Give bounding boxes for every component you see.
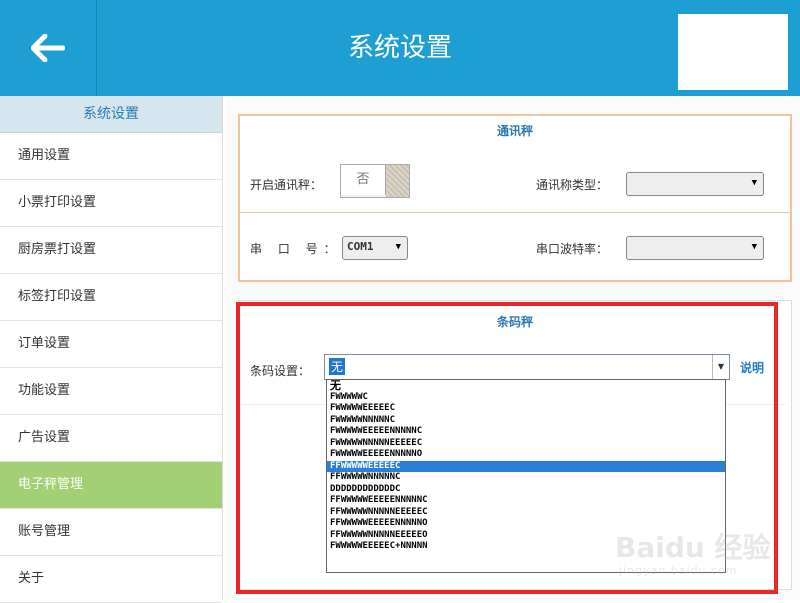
dropdown-option[interactable]: DDDDDDDDDDDDC [327,484,725,496]
sidebar: 系统设置 通用设置 小票打印设置 厨房票打设置 标签打印设置 订单设置 功能设置… [0,96,223,603]
dropdown-option[interactable]: FFWWWWWNNNNNC [327,472,725,484]
enable-comm-scale-label: 开启通讯秤： [250,178,323,192]
sidebar-item-order[interactable]: 订单设置 [0,321,222,368]
sidebar-item-account[interactable]: 账号管理 [0,509,222,556]
toggle-knob [386,165,409,197]
barcode-setting-label: 条码设置： [250,364,311,378]
enable-comm-scale-toggle[interactable]: 否 [340,164,410,198]
comm-scale-title: 通讯秤 [496,124,533,138]
sidebar-item-general[interactable]: 通用设置 [0,133,222,180]
serial-port-select[interactable]: COM1 ▼ [342,236,408,260]
comm-scale-panel: 通讯秤 开启通讯秤： 否 通讯称类型： ▼ 串 口 号： COM1 ▼ 串口波特… [238,114,792,282]
dropdown-option[interactable]: FWWWWWEEEEEC [327,403,725,415]
dropdown-option[interactable]: FFWWWWWNNNNNEEEEEC [327,507,725,519]
header-blank-box [678,14,788,90]
dropdown-option[interactable]: FWWWWWNNNNNEEEEEC [327,438,725,450]
sidebar-item-about[interactable]: 关于 [0,556,222,603]
dropdown-option[interactable]: FFWWWWWEEEEENNNNNC [327,495,725,507]
barcode-scale-title: 条码秤 [496,315,533,329]
sidebar-title: 系统设置 [0,96,222,133]
dropdown-option[interactable]: FFWWWWWEEEEENNNNNO [327,518,725,530]
serial-port-value: COM1 [347,240,374,253]
sidebar-item-kitchen-print[interactable]: 厨房票打设置 [0,227,222,274]
baud-rate-select[interactable]: ▼ [626,236,764,260]
dropdown-option[interactable]: FWWWWWEEEEEC+NNNNN [327,541,725,553]
chevron-down-icon: ▼ [395,242,401,252]
panel-divider [240,212,790,213]
dropdown-option[interactable]: 无 [327,380,725,392]
sidebar-item-ads[interactable]: 广告设置 [0,415,222,462]
sidebar-item-receipt-print[interactable]: 小票打印设置 [0,180,222,227]
scale-type-select[interactable]: ▼ [626,172,764,196]
sidebar-item-label-print[interactable]: 标签打印设置 [0,274,222,321]
dropdown-option[interactable]: FWWWWWEEEEENNNNNC [327,426,725,438]
dropdown-option[interactable]: FWWWWWC [327,392,725,404]
main-content: 通讯秤 开启通讯秤： 否 通讯称类型： ▼ 串 口 号： COM1 ▼ 串口波特… [226,96,800,600]
sidebar-item-function[interactable]: 功能设置 [0,368,222,415]
serial-port-label: 串 口 号： [250,242,342,256]
toggle-state-text: 否 [341,165,386,195]
chevron-down-icon: ▼ [751,178,757,188]
sidebar-item-scale-management[interactable]: 电子秤管理 [0,462,222,509]
barcode-setting-select[interactable]: 无 ▼ [324,354,730,380]
scale-type-label: 通讯称类型： [536,178,609,192]
baud-rate-label: 串口波特率： [536,242,609,256]
chevron-down-icon: ▼ [712,355,729,379]
dropdown-option[interactable]: FFWWWWWNNNNNEEEEEO [327,530,725,542]
app-header: 系统设置 [0,0,800,96]
help-link[interactable]: 说明 [740,359,764,376]
dropdown-option-selected[interactable]: FFWWWWWEEEEEC [327,460,725,472]
dropdown-option[interactable]: FWWWWWEEEEENNNNNO [327,449,725,461]
barcode-setting-value: 无 [329,358,346,375]
barcode-format-dropdown[interactable]: 无 FWWWWWC FWWWWWEEEEEC FWWWWWNNNNNC FWWW… [326,379,726,573]
chevron-down-icon: ▼ [751,242,757,252]
dropdown-option[interactable]: FWWWWWNNNNNC [327,415,725,427]
